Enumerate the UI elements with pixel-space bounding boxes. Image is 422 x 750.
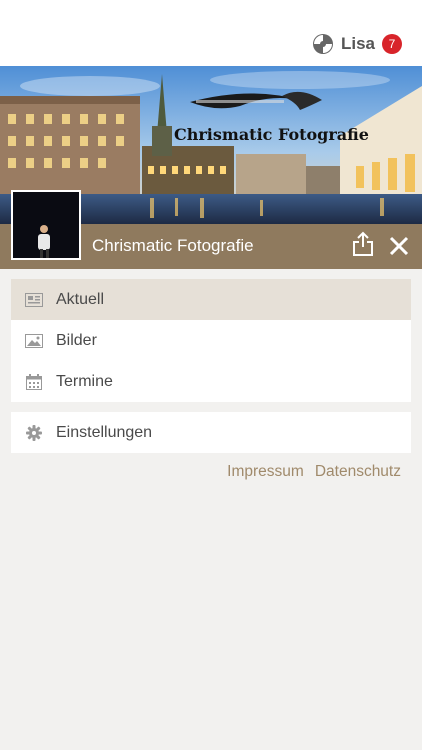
menu-item-label: Aktuell <box>56 290 105 308</box>
profile-photo <box>13 192 79 258</box>
page-title: Chrismatic Fotografie <box>92 236 254 255</box>
impressum-link[interactable]: Impressum <box>227 463 304 481</box>
share-icon[interactable] <box>351 231 375 257</box>
notification-badge[interactable]: 7 <box>382 34 402 54</box>
main-menu: Aktuell Bilder Termine <box>11 279 411 402</box>
settings-menu: Einstellungen <box>11 412 411 453</box>
banner-logo-text: Chrismatic Fotografie <box>174 125 369 144</box>
image-icon <box>25 332 43 350</box>
menu-item-label: Bilder <box>56 331 97 349</box>
profile-picture[interactable] <box>11 190 81 260</box>
menu-item-label: Einstellungen <box>56 423 153 441</box>
menu-item-aktuell[interactable]: Aktuell <box>11 279 411 320</box>
calendar-icon <box>25 373 43 391</box>
datenschutz-link[interactable]: Datenschutz <box>315 463 401 481</box>
menu-item-einstellungen[interactable]: Einstellungen <box>11 412 411 453</box>
menu-item-termine[interactable]: Termine <box>11 361 411 402</box>
gear-icon <box>25 424 43 442</box>
top-bar: Lisa 7 <box>0 0 422 66</box>
newspaper-icon <box>25 291 43 309</box>
footer-links: Impressum Datenschutz <box>227 463 401 481</box>
user-menu[interactable]: Lisa 7 <box>312 32 402 56</box>
close-icon[interactable] <box>389 236 409 256</box>
menu-item-label: Termine <box>56 372 113 390</box>
app-logo-icon <box>312 34 333 54</box>
menu-item-bilder[interactable]: Bilder <box>11 320 411 361</box>
user-name[interactable]: Lisa <box>341 34 375 54</box>
